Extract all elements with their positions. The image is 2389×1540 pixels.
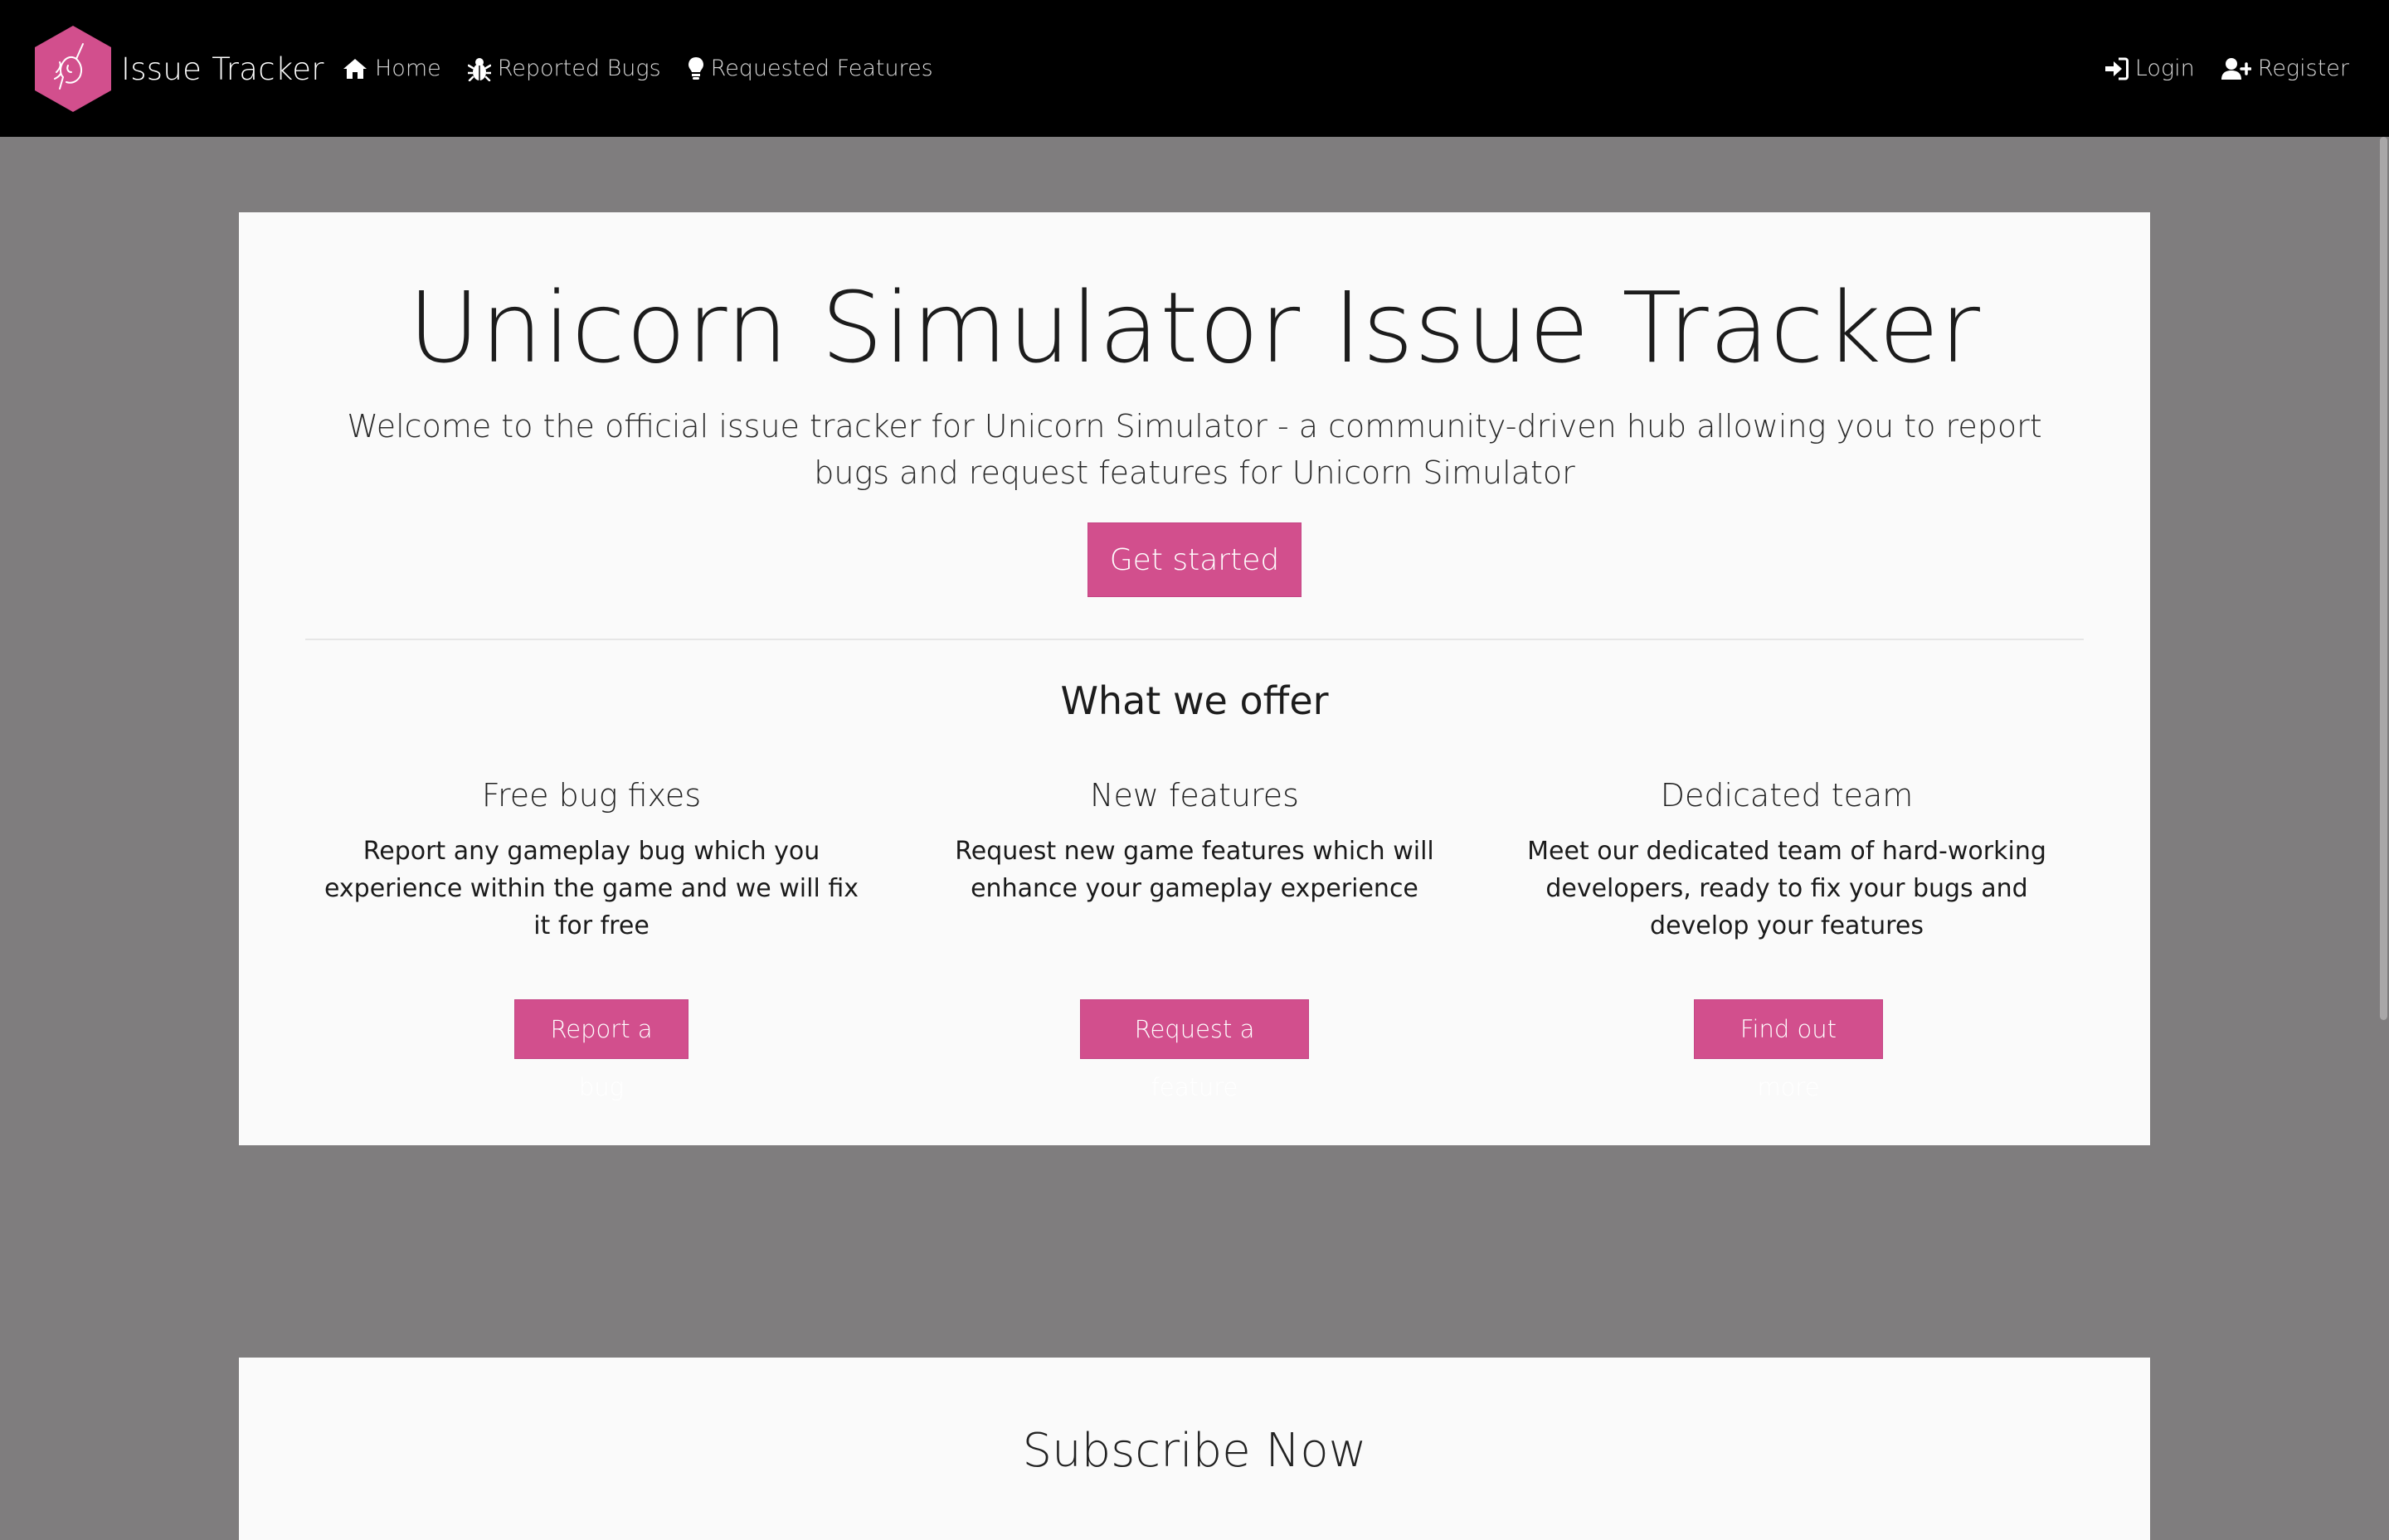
offer-title-free-bug-fixes: Free bug fixes xyxy=(481,777,702,814)
bug-icon xyxy=(467,57,491,81)
page-title: Unicorn Simulator Issue Tracker xyxy=(407,270,1982,385)
nav-home-link[interactable]: Home xyxy=(342,56,441,81)
nav-right: Login Register xyxy=(2077,0,2349,137)
nav-register-link[interactable]: Register xyxy=(2221,56,2349,81)
nav-requested-features-label: Requested Features xyxy=(710,56,933,81)
lightbulb-icon xyxy=(688,56,703,80)
offer-dedicated-team: Dedicated team Meet our dedicated team o… xyxy=(1517,776,2056,945)
home-icon xyxy=(343,58,367,79)
subscribe-card: Subscribe Now xyxy=(239,1358,2150,1540)
unicorn-logo-icon xyxy=(35,26,111,112)
nav-register-label: Register xyxy=(2257,56,2349,81)
hero-card: Unicorn Simulator Issue Tracker Welcome … xyxy=(239,212,2150,1145)
offer-text-free-bug-fixes: Report any gameplay bug which you experi… xyxy=(324,837,859,940)
navbar: Issue Tracker Home Reported Bugs Request… xyxy=(0,0,2389,137)
brand-name: Issue Tracker xyxy=(121,51,324,87)
offer-new-features: New features Request new game features w… xyxy=(925,776,1464,907)
sign-in-icon xyxy=(2104,57,2129,80)
page-scrollbar[interactable] xyxy=(2377,137,2389,1493)
find-out-more-button[interactable]: Find out more xyxy=(1694,999,1883,1101)
nav-left: Home Reported Bugs Requested Features xyxy=(342,0,960,137)
scrollbar-thumb[interactable] xyxy=(2380,137,2387,1020)
nav-home-label: Home xyxy=(375,56,441,81)
offer-section-title: What we offer xyxy=(1060,678,1329,723)
offer-text-dedicated-team: Meet our dedicated team of hard-working … xyxy=(1527,837,2046,940)
user-plus-icon xyxy=(2221,57,2251,80)
report-a-bug-button[interactable]: Report a bug xyxy=(514,999,688,1101)
get-started-button[interactable]: Get started xyxy=(1087,522,1302,597)
request-a-feature-button[interactable]: Request a feature xyxy=(1080,999,1309,1101)
brand-link[interactable]: Issue Tracker xyxy=(35,26,324,112)
offer-free-bug-fixes: Free bug fixes Report any gameplay bug w… xyxy=(322,776,861,945)
nav-reported-bugs-label: Reported Bugs xyxy=(497,56,661,81)
hero-lead-text: Welcome to the official issue tracker fo… xyxy=(347,408,2042,491)
nav-requested-features-link[interactable]: Requested Features xyxy=(688,56,933,81)
offer-title-new-features: New features xyxy=(1090,777,1299,814)
subscribe-title: Subscribe Now xyxy=(1022,1424,1367,1478)
offer-title-dedicated-team: Dedicated team xyxy=(1660,777,1914,814)
nav-login-label: Login xyxy=(2134,56,2195,81)
section-divider xyxy=(305,639,2084,640)
nav-reported-bugs-link[interactable]: Reported Bugs xyxy=(467,56,661,81)
offer-text-new-features: Request new game features which will enh… xyxy=(955,837,1434,903)
nav-login-link[interactable]: Login xyxy=(2104,56,2195,81)
